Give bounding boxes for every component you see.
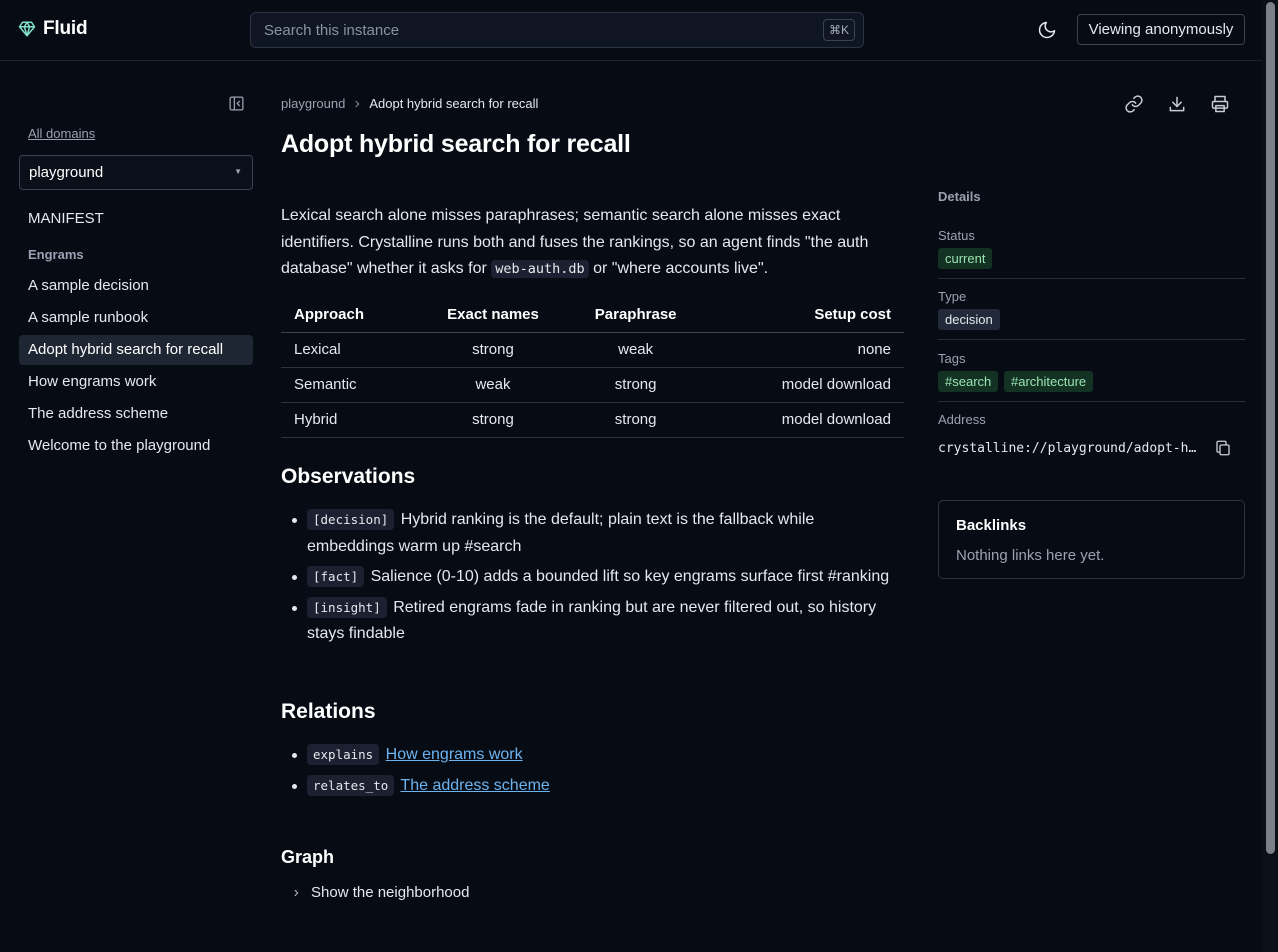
domain-select-value: playground <box>29 164 104 181</box>
chevron-right-icon <box>355 100 360 107</box>
table-cell: Semantic <box>281 367 418 403</box>
page-toolbar <box>1124 94 1230 114</box>
table-cell: strong <box>417 332 569 368</box>
table-header: Exact names <box>417 297 569 333</box>
observation-text: Salience (0-10) adds a bounded lift so k… <box>370 568 890 585</box>
observations-list: [decision] Hybrid ranking is the default… <box>291 507 905 652</box>
table-cell: strong <box>417 402 569 438</box>
observation-tag: [fact] <box>307 566 365 587</box>
divider <box>938 339 1245 340</box>
table-cell: Hybrid <box>281 402 418 438</box>
tag-badge[interactable]: #search <box>938 371 999 392</box>
chevron-down-icon: ▼ <box>234 167 242 176</box>
type-badge: decision <box>938 309 1000 330</box>
table-header: Paraphrase <box>568 297 703 333</box>
search-placeholder: Search this instance <box>264 22 400 39</box>
intro-paragraph: Lexical search alone misses paraphrases;… <box>281 203 905 283</box>
sidebar-item-how-engrams-work[interactable]: How engrams work <box>19 367 253 397</box>
sidebar-item-welcome[interactable]: Welcome to the playground <box>19 431 253 461</box>
type-label: Type <box>938 289 967 304</box>
details-panel: Details Status current Type decision Tag… <box>938 189 1245 456</box>
intro-text-2: or "where accounts live". <box>588 260 769 277</box>
observations-heading: Observations <box>281 465 416 488</box>
manifest-link[interactable]: MANIFEST <box>28 210 104 227</box>
graph-heading: Graph <box>281 847 335 867</box>
relation-type: explains <box>307 744 380 765</box>
observation-tag: [insight] <box>307 596 387 618</box>
status-label: Status <box>938 228 975 243</box>
address-label: Address <box>938 412 986 427</box>
show-neighborhood-toggle[interactable]: Show the neighborhood <box>291 884 469 901</box>
list-item: [fact] Salience (0-10) adds a bounded li… <box>291 564 905 591</box>
list-item: [insight] Retired engrams fade in rankin… <box>291 595 905 648</box>
list-item: [decision] Hybrid ranking is the default… <box>291 507 905 560</box>
list-item: explains How engrams work <box>291 742 905 769</box>
table-cell: strong <box>568 367 703 403</box>
table-row: Semantic weak strong model download <box>281 367 904 403</box>
search-shortcut-badge: ⌘K <box>822 19 855 41</box>
breadcrumb-current: Adopt hybrid search for recall <box>369 96 539 111</box>
table-header: Approach <box>281 297 418 333</box>
brand-name: Fluid <box>43 18 88 39</box>
sidebar-item-sample-decision[interactable]: A sample decision <box>19 271 253 301</box>
breadcrumb-parent[interactable]: playground <box>281 96 345 111</box>
print-icon[interactable] <box>1210 94 1230 114</box>
page-title: Adopt hybrid search for recall <box>281 130 631 158</box>
table-header: Setup cost <box>702 297 904 333</box>
relation-link[interactable]: The address scheme <box>400 777 549 794</box>
table-header-row: Approach Exact names Paraphrase Setup co… <box>281 297 904 333</box>
divider <box>938 401 1245 402</box>
relation-type: relates_to <box>307 774 395 796</box>
backlinks-empty-text: Nothing links here yet. <box>956 547 1105 564</box>
observation-text: Retired engrams fade in ranking but are … <box>307 598 877 643</box>
sidebar-item-sample-runbook[interactable]: A sample runbook <box>19 303 253 333</box>
tags-label: Tags <box>938 351 966 366</box>
backlinks-title: Backlinks <box>956 517 1027 534</box>
relation-link[interactable]: How engrams work <box>386 746 523 763</box>
table-cell: model download <box>702 367 904 403</box>
top-header: Fluid Search this instance ⌘K Viewing an… <box>0 0 1262 61</box>
search-input[interactable]: Search this instance ⌘K <box>250 12 864 48</box>
relations-list: explains How engrams work relates_to The… <box>291 742 905 803</box>
address-value: crystalline://playground/adopt-hybrid-se… <box>938 441 1201 456</box>
table-cell: strong <box>568 402 703 438</box>
list-item: relates_to The address scheme <box>291 773 905 800</box>
chevron-right-icon <box>294 889 299 896</box>
relations-heading: Relations <box>281 700 376 723</box>
scrollbar-thumb[interactable] <box>1266 2 1275 854</box>
table-row: Lexical strong weak none <box>281 332 904 368</box>
table-cell: none <box>702 332 904 368</box>
sidebar-item-address-scheme[interactable]: The address scheme <box>19 399 253 429</box>
details-title: Details <box>938 189 981 204</box>
download-icon[interactable] <box>1167 94 1187 114</box>
table-cell: weak <box>417 367 569 403</box>
copy-icon[interactable] <box>1214 439 1232 457</box>
engram-nav-list: A sample decision A sample runbook Adopt… <box>19 271 253 463</box>
intro-code: web-auth.db <box>491 260 589 278</box>
engrams-heading: Engrams <box>28 247 84 262</box>
table-cell: model download <box>702 402 904 438</box>
status-badge: current <box>938 248 993 269</box>
all-domains-link[interactable]: All domains <box>28 126 95 141</box>
brand[interactable]: Fluid <box>18 18 88 40</box>
collapse-sidebar-icon[interactable] <box>228 95 245 112</box>
backlinks-panel: Backlinks Nothing links here yet. <box>938 500 1245 579</box>
domain-select[interactable]: playground ▼ <box>19 155 253 190</box>
comparison-table: Approach Exact names Paraphrase Setup co… <box>281 297 904 438</box>
link-icon[interactable] <box>1124 94 1144 114</box>
sidebar-item-hybrid-search[interactable]: Adopt hybrid search for recall <box>19 335 253 365</box>
tag-badge[interactable]: #architecture <box>1004 371 1094 392</box>
show-neighborhood-label: Show the neighborhood <box>311 884 470 901</box>
breadcrumb: playground Adopt hybrid search for recal… <box>281 96 538 111</box>
observation-tag: [decision] <box>307 509 395 530</box>
divider <box>938 278 1245 279</box>
viewing-anonymously-button[interactable]: Viewing anonymously <box>1077 14 1245 45</box>
gem-icon <box>18 21 36 37</box>
moon-icon[interactable] <box>1037 20 1057 40</box>
table-row: Hybrid strong strong model download <box>281 402 904 438</box>
table-cell: Lexical <box>281 332 418 368</box>
table-cell: weak <box>568 332 703 368</box>
